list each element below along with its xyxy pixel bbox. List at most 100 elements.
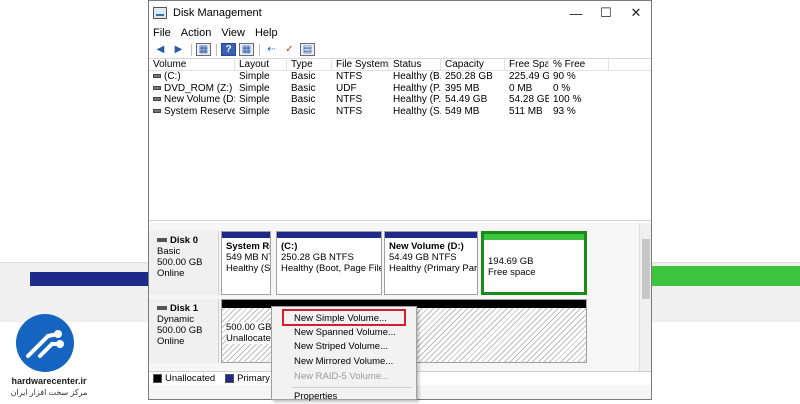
volume-cell: DVD_ROM (Z:) <box>149 83 235 95</box>
minimize-button[interactable]: — <box>561 1 591 25</box>
drive-icon <box>153 74 161 79</box>
title-bar: Disk Management — ☐ ✕ <box>149 1 651 25</box>
file-system-cell: UDF <box>336 82 357 94</box>
legend-swatch <box>225 374 235 383</box>
column-header-file-system[interactable]: File System <box>332 59 389 70</box>
type-cell: Basic <box>291 71 316 82</box>
context-menu: New Simple Volume... New Spanned Volume.… <box>271 306 417 402</box>
graphical-view-scrollbar[interactable] <box>639 223 651 373</box>
partition-d[interactable]: New Volume (D:) 54.49 GB NTFS Healthy (P… <box>384 231 478 295</box>
menu-file[interactable]: File <box>153 27 171 39</box>
menu-new-striped-volume[interactable]: New Striped Volume... <box>294 341 388 354</box>
logo-site-name: hardwarecenter.ir <box>11 376 87 386</box>
capacity-cell: 54.49 GB <box>445 94 488 105</box>
maximize-button[interactable]: ☐ <box>591 1 621 25</box>
back-arrow-icon[interactable]: ◀ <box>153 43 168 56</box>
menu-new-raid5-volume: New RAID-5 Volume... <box>294 371 390 382</box>
volume-cell: System Reserved <box>149 106 235 118</box>
background-primary-bar <box>30 272 150 286</box>
layout-cell: Simple <box>239 105 270 117</box>
menu-properties[interactable]: Properties <box>294 391 337 404</box>
partition-system-reserved[interactable]: System Rese 549 MB NTFS Healthy (Sys <box>221 231 271 295</box>
volume-list-header: Volume Layout Type File System Status Ca… <box>149 59 651 71</box>
check-icon[interactable]: ✓ <box>282 43 297 56</box>
column-header-percent-free[interactable]: % Free <box>549 59 609 70</box>
disk-management-icon <box>153 7 167 19</box>
layout-cell: Simple <box>239 82 270 94</box>
toolbar: ◀ ▶ ▦ ? ▦ ⇠ ✓ ▤ <box>149 41 651 59</box>
site-logo: hardwarecenter.ir مرکز سخت افزار ایران <box>6 312 87 398</box>
file-system-cell: NTFS <box>336 105 363 117</box>
toolbar-separator <box>191 43 192 56</box>
volume-cell: New Volume (D:) <box>149 94 235 106</box>
drive-icon <box>153 97 161 102</box>
window-title: Disk Management <box>173 7 262 19</box>
type-cell: Basic <box>291 105 316 117</box>
partition-free-space[interactable]: 194.69 GB Free space <box>481 231 587 295</box>
disk-icon <box>157 238 167 243</box>
free-space-cell: 225.49 GB <box>509 71 549 82</box>
help-icon[interactable]: ? <box>221 43 236 56</box>
percent-free-cell: 90 % <box>553 71 576 82</box>
table-row[interactable]: New Volume (D:) Simple Basic NTFS Health… <box>149 94 651 106</box>
volume-cell: (C:) <box>149 71 235 83</box>
drive-icon <box>153 108 161 113</box>
column-header-layout[interactable]: Layout <box>235 59 287 70</box>
scrollbar-thumb[interactable] <box>642 239 650 299</box>
menu-separator <box>292 387 412 388</box>
status-cell: Healthy (P... <box>393 94 441 105</box>
menu-new-simple-volume[interactable]: New Simple Volume... <box>294 313 387 326</box>
column-header-free-space[interactable]: Free Spa... <box>505 59 549 70</box>
table-row[interactable]: (C:) Simple Basic NTFS Healthy (B... 250… <box>149 71 651 83</box>
menu-action[interactable]: Action <box>181 27 212 39</box>
column-header-capacity[interactable]: Capacity <box>441 59 505 70</box>
column-header-volume[interactable]: Volume <box>149 59 235 70</box>
capacity-cell: 395 MB <box>445 82 480 94</box>
close-button[interactable]: ✕ <box>621 1 651 25</box>
menu-help[interactable]: Help <box>255 27 278 39</box>
menu-new-spanned-volume[interactable]: New Spanned Volume... <box>294 327 396 340</box>
forward-arrow-icon[interactable]: ▶ <box>171 43 186 56</box>
disk-1-label[interactable]: Disk 1 Dynamic 500.00 GB Online <box>149 299 219 363</box>
free-space-cell: 0 MB <box>509 82 533 94</box>
toolbar-separator <box>259 43 260 56</box>
column-header-type[interactable]: Type <box>287 59 332 70</box>
percent-free-cell: 0 % <box>553 82 571 94</box>
logo-mark-icon <box>16 314 74 372</box>
type-cell: Basic <box>291 82 316 94</box>
layout-cell: Simple <box>239 94 270 105</box>
disk-0-row: Disk 0 Basic 500.00 GB Online System Res… <box>149 231 639 295</box>
percent-free-cell: 93 % <box>553 105 576 117</box>
disk-list-icon[interactable]: ▤ <box>300 43 315 56</box>
status-cell: Healthy (P... <box>393 82 441 94</box>
properties-icon[interactable]: ▦ <box>239 43 254 56</box>
volume-list: Volume Layout Type File System Status Ca… <box>149 59 651 221</box>
type-cell: Basic <box>291 94 316 105</box>
legend-unallocated: Unallocated <box>153 373 215 384</box>
partition-c[interactable]: (C:) 250.28 GB NTFS Healthy (Boot, Page … <box>276 231 382 295</box>
disk-0-label[interactable]: Disk 0 Basic 500.00 GB Online <box>149 231 219 295</box>
free-space-cell: 54.28 GB <box>509 94 549 105</box>
table-row[interactable]: System Reserved Simple Basic NTFS Health… <box>149 106 651 118</box>
column-header-status[interactable]: Status <box>389 59 441 70</box>
layout-cell: Simple <box>239 71 270 82</box>
legend-swatch <box>153 374 162 383</box>
console-tree-icon[interactable]: ▦ <box>196 43 211 56</box>
file-system-cell: NTFS <box>336 71 363 82</box>
free-space-cell: 511 MB <box>509 105 543 117</box>
disk-icon <box>157 306 167 311</box>
menu-new-mirrored-volume[interactable]: New Mirrored Volume... <box>294 356 393 369</box>
drive-icon <box>153 85 161 90</box>
status-cell: Healthy (S... <box>393 105 441 117</box>
status-cell: Healthy (B... <box>393 71 441 82</box>
table-row[interactable]: DVD_ROM (Z:) Simple Basic UDF Healthy (P… <box>149 83 651 95</box>
menu-view[interactable]: View <box>221 27 245 39</box>
logo-tagline: مرکز سخت افزار ایران <box>10 388 88 397</box>
capacity-cell: 250.28 GB <box>445 71 493 82</box>
rescan-icon[interactable]: ⇠ <box>264 43 279 56</box>
toolbar-separator <box>216 43 217 56</box>
percent-free-cell: 100 % <box>553 94 582 105</box>
capacity-cell: 549 MB <box>445 105 480 117</box>
menu-bar: File Action View Help <box>149 25 651 41</box>
background-free-bar <box>650 266 800 286</box>
